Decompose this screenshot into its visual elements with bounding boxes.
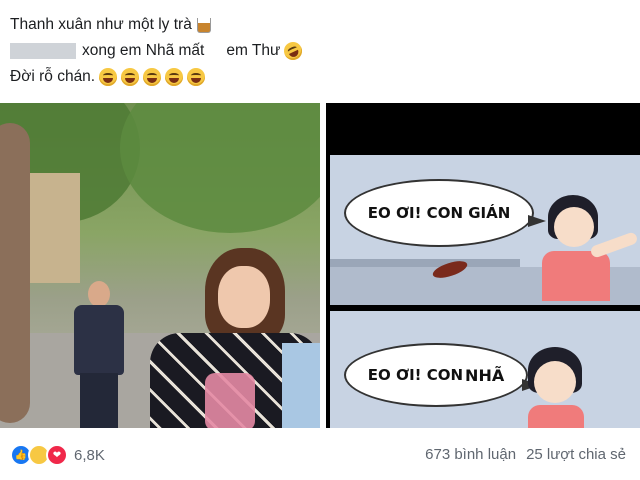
- redacted-text: [10, 43, 76, 59]
- speech-text-2b: NHÃ: [465, 365, 505, 385]
- post-photo-comic[interactable]: EO ƠI! CON GIÁN EO ƠI! CON NHÃ: [326, 103, 640, 428]
- reaction-count: 6,8K: [74, 446, 105, 464]
- speech-text-1: EO ƠI! CON GIÁN: [367, 204, 511, 222]
- reactions-summary[interactable]: 👍 ❤ 6,8K: [10, 444, 105, 466]
- laughing-emoji-icon: [143, 68, 162, 86]
- shares-link[interactable]: 25 lượt chia sẻ: [526, 446, 626, 463]
- comic-panel-1: EO ƠI! CON GIÁN: [330, 155, 640, 305]
- rofl-emoji-icon: [281, 39, 306, 63]
- speech-bubble-2: EO ƠI! CON NHÃ: [344, 343, 540, 407]
- caption-line-3: Đời rỗ chán.: [10, 64, 302, 90]
- drink-glass-icon: [196, 17, 211, 33]
- comic-panel-2: EO ƠI! CON NHÃ: [330, 311, 640, 428]
- engagement-stats: 673 bình luận 25 lượt chia sẻ: [425, 446, 626, 463]
- post-photo-left[interactable]: [0, 103, 320, 428]
- person-left: [0, 123, 30, 423]
- caption-text-1: Thanh xuân như một ly trà: [10, 16, 192, 33]
- blue-towel: [282, 343, 320, 428]
- post-caption: Thanh xuân như một ly trà xong em Nhã mấ…: [10, 12, 306, 90]
- laughing-emoji-icon: [187, 68, 206, 86]
- man-in-suit: [68, 281, 130, 428]
- caption-line-2: xong em Nhã mất em Thư: [10, 38, 306, 64]
- comments-link[interactable]: 673 bình luận: [425, 446, 516, 463]
- comic-girl-scared: [540, 195, 640, 305]
- caption-text-2a: xong em Nhã mất: [82, 42, 205, 59]
- caption-line-1: Thanh xuân như một ly trà: [10, 12, 302, 38]
- caption-text-3: Đời rỗ chán.: [10, 68, 96, 85]
- laughing-emoji-icon: [165, 68, 184, 86]
- speech-text-2a: EO ƠI! CON: [367, 366, 464, 384]
- speech-bubble-1: EO ƠI! CON GIÁN: [344, 179, 546, 247]
- caption-text-2b: em Thư: [226, 42, 281, 59]
- laughing-emoji-icon: [99, 68, 118, 86]
- love-reaction-icon: ❤: [46, 444, 68, 466]
- pink-bag: [205, 373, 255, 428]
- comic-girl-annoyed: [526, 347, 586, 428]
- post-footer: 👍 ❤ 6,8K 673 bình luận 25 lượt chia sẻ: [0, 440, 640, 468]
- laughing-emoji-icon: [121, 68, 140, 86]
